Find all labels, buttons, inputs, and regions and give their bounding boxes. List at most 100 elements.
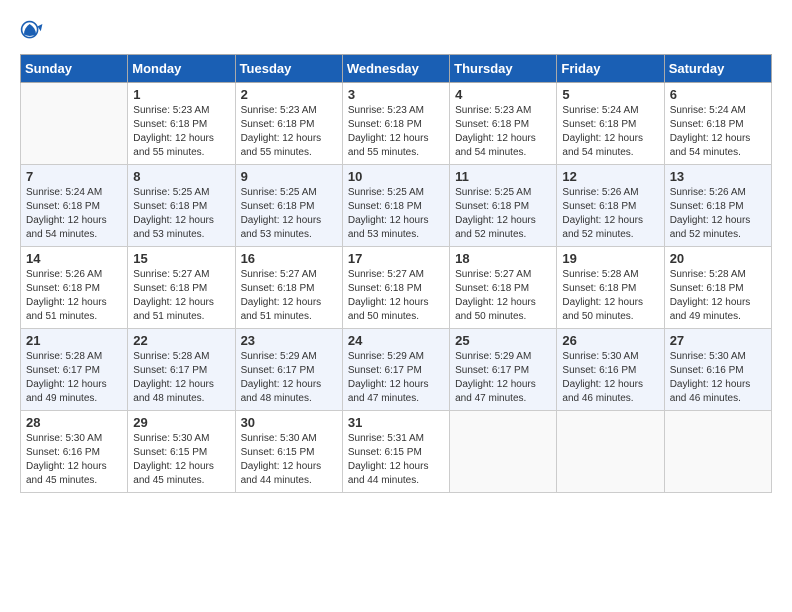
calendar-cell: 29 Sunrise: 5:30 AM Sunset: 6:15 PM Dayli… [128,411,235,493]
day-number: 10 [348,169,444,184]
cell-info: Sunrise: 5:28 AM Sunset: 6:18 PM Dayligh… [562,268,658,324]
calendar-cell: 27 Sunrise: 5:30 AM Sunset: 6:16 PM Dayli… [664,329,771,411]
day-header-friday: Friday [557,55,664,83]
calendar-cell: 4 Sunrise: 5:23 AM Sunset: 6:18 PM Daylig… [450,83,557,165]
calendar-cell: 2 Sunrise: 5:23 AM Sunset: 6:18 PM Daylig… [235,83,342,165]
cell-info: Sunrise: 5:24 AM Sunset: 6:18 PM Dayligh… [670,104,766,160]
day-number: 8 [133,169,229,184]
cell-info: Sunrise: 5:23 AM Sunset: 6:18 PM Dayligh… [455,104,551,160]
day-number: 11 [455,169,551,184]
day-number: 14 [26,251,122,266]
calendar-header-row: SundayMondayTuesdayWednesdayThursdayFrid… [21,55,772,83]
day-number: 23 [241,333,337,348]
cell-info: Sunrise: 5:30 AM Sunset: 6:15 PM Dayligh… [241,432,337,488]
day-number: 9 [241,169,337,184]
calendar-cell: 11 Sunrise: 5:25 AM Sunset: 6:18 PM Dayli… [450,165,557,247]
calendar-cell: 1Sunrise: 5:23 AM Sunset: 6:18 PM Daylig… [128,83,235,165]
page-header [20,20,772,44]
cell-info: Sunrise: 5:31 AM Sunset: 6:15 PM Dayligh… [348,432,444,488]
calendar-cell: 17 Sunrise: 5:27 AM Sunset: 6:18 PM Dayli… [342,247,449,329]
day-number: 30 [241,415,337,430]
cell-info: Sunrise: 5:26 AM Sunset: 6:18 PM Dayligh… [26,268,122,324]
calendar-cell: 21 Sunrise: 5:28 AM Sunset: 6:17 PM Dayli… [21,329,128,411]
cell-info: Sunrise: 5:29 AM Sunset: 6:17 PM Dayligh… [348,350,444,406]
day-header-monday: Monday [128,55,235,83]
calendar-cell [664,411,771,493]
cell-info: Sunrise: 5:28 AM Sunset: 6:17 PM Dayligh… [133,350,229,406]
cell-info: Sunrise: 5:29 AM Sunset: 6:17 PM Dayligh… [455,350,551,406]
cell-info: Sunrise: 5:24 AM Sunset: 6:18 PM Dayligh… [562,104,658,160]
calendar-cell: 9 Sunrise: 5:25 AM Sunset: 6:18 PM Daylig… [235,165,342,247]
cell-info: Sunrise: 5:23 AM Sunset: 6:18 PM Dayligh… [348,104,444,160]
calendar-cell: 24 Sunrise: 5:29 AM Sunset: 6:17 PM Dayli… [342,329,449,411]
day-number: 31 [348,415,444,430]
day-number: 25 [455,333,551,348]
day-header-wednesday: Wednesday [342,55,449,83]
day-number: 22 [133,333,229,348]
calendar-week-row: 7 Sunrise: 5:24 AM Sunset: 6:18 PM Daylig… [21,165,772,247]
day-number: 26 [562,333,658,348]
calendar-cell: 10Sunrise: 5:25 AM Sunset: 6:18 PM Dayli… [342,165,449,247]
calendar-cell: 18 Sunrise: 5:27 AM Sunset: 6:18 PM Dayli… [450,247,557,329]
calendar-cell: 12 Sunrise: 5:26 AM Sunset: 6:18 PM Dayli… [557,165,664,247]
day-header-thursday: Thursday [450,55,557,83]
day-header-sunday: Sunday [21,55,128,83]
day-number: 28 [26,415,122,430]
calendar-cell: 23 Sunrise: 5:29 AM Sunset: 6:17 PM Dayli… [235,329,342,411]
cell-info: Sunrise: 5:28 AM Sunset: 6:18 PM Dayligh… [670,268,766,324]
day-number: 3 [348,87,444,102]
day-number: 18 [455,251,551,266]
calendar-cell [450,411,557,493]
calendar-cell: 14 Sunrise: 5:26 AM Sunset: 6:18 PM Dayli… [21,247,128,329]
cell-info: Sunrise: 5:30 AM Sunset: 6:16 PM Dayligh… [670,350,766,406]
cell-info: Sunrise: 5:25 AM Sunset: 6:18 PM Dayligh… [455,186,551,242]
calendar-cell: 3 Sunrise: 5:23 AM Sunset: 6:18 PM Daylig… [342,83,449,165]
calendar-cell: 6 Sunrise: 5:24 AM Sunset: 6:18 PM Daylig… [664,83,771,165]
day-number: 13 [670,169,766,184]
day-number: 29 [133,415,229,430]
day-number: 4 [455,87,551,102]
cell-info: Sunrise: 5:30 AM Sunset: 6:15 PM Dayligh… [133,432,229,488]
cell-info: Sunrise: 5:25 AM Sunset: 6:18 PM Dayligh… [133,186,229,242]
day-number: 2 [241,87,337,102]
cell-info: Sunrise: 5:23 AM Sunset: 6:18 PM Dayligh… [241,104,337,160]
day-number: 17 [348,251,444,266]
calendar-week-row: 21 Sunrise: 5:28 AM Sunset: 6:17 PM Dayli… [21,329,772,411]
calendar-cell [557,411,664,493]
day-number: 12 [562,169,658,184]
day-number: 19 [562,251,658,266]
day-number: 27 [670,333,766,348]
day-number: 1 [133,87,229,102]
cell-info: Sunrise: 5:27 AM Sunset: 6:18 PM Dayligh… [455,268,551,324]
calendar-week-row: 28 Sunrise: 5:30 AM Sunset: 6:16 PM Dayli… [21,411,772,493]
calendar-week-row: 1 Sunrise: 5:23 AM Sunset: 6:18 PM Daylig… [21,83,772,165]
calendar-cell: 7 Sunrise: 5:24 AM Sunset: 6:18 PM Daylig… [21,165,128,247]
cell-info: Sunrise: 5:30 AM Sunset: 6:16 PM Dayligh… [26,432,122,488]
cell-info: Sunrise: 5:24 AM Sunset: 6:18 PM Dayligh… [26,186,122,242]
day-number: 6 [670,87,766,102]
day-number: 16 [241,251,337,266]
cell-info: Sunrise: 5:28 AM Sunset: 6:17 PM Dayligh… [26,350,122,406]
day-number: 21 [26,333,122,348]
cell-info: Sunrise: 5:30 AM Sunset: 6:16 PM Dayligh… [562,350,658,406]
calendar-cell: 22 Sunrise: 5:28 AM Sunset: 6:17 PM Dayli… [128,329,235,411]
cell-info: Sunrise: 5:26 AM Sunset: 6:18 PM Dayligh… [670,186,766,242]
calendar-cell [21,83,128,165]
calendar-table: SundayMondayTuesdayWednesdayThursdayFrid… [20,54,772,493]
calendar-cell: 13 Sunrise: 5:26 AM Sunset: 6:18 PM Dayli… [664,165,771,247]
cell-info: Sunrise: 5:27 AM Sunset: 6:18 PM Dayligh… [133,268,229,324]
cell-info: Sunrise: 5:26 AM Sunset: 6:18 PM Dayligh… [562,186,658,242]
calendar-week-row: 14 Sunrise: 5:26 AM Sunset: 6:18 PM Dayli… [21,247,772,329]
cell-info: Sunrise: 5:27 AM Sunset: 6:18 PM Dayligh… [241,268,337,324]
cell-info: Sunrise: 5:25 AM Sunset: 6:18 PM Dayligh… [241,186,337,242]
day-number: 24 [348,333,444,348]
calendar-cell: 15Sunrise: 5:27 AM Sunset: 6:18 PM Dayli… [128,247,235,329]
cell-info: Sunrise: 5:27 AM Sunset: 6:18 PM Dayligh… [348,268,444,324]
cell-info: Sunrise: 5:29 AM Sunset: 6:17 PM Dayligh… [241,350,337,406]
calendar-cell: 19 Sunrise: 5:28 AM Sunset: 6:18 PM Dayli… [557,247,664,329]
calendar-cell: 25 Sunrise: 5:29 AM Sunset: 6:17 PM Dayli… [450,329,557,411]
day-number: 7 [26,169,122,184]
calendar-cell: 26 Sunrise: 5:30 AM Sunset: 6:16 PM Dayli… [557,329,664,411]
calendar-cell: 28 Sunrise: 5:30 AM Sunset: 6:16 PM Dayli… [21,411,128,493]
day-number: 20 [670,251,766,266]
